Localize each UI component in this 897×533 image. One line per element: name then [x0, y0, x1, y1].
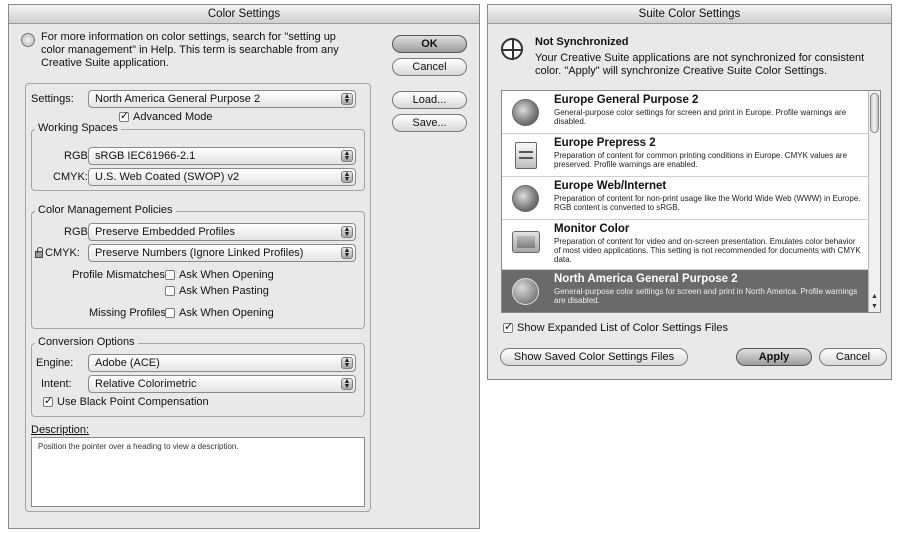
list-item-title: Monitor Color	[554, 223, 630, 235]
policies-rgb-label: RGB:	[64, 226, 91, 238]
missing-profiles-label: Missing Profiles:	[89, 307, 170, 319]
list-item-desc: Preparation of content for video and on-…	[554, 237, 861, 264]
info-line-2: color management" in Help. This term is …	[41, 44, 339, 56]
list-scrollbar[interactable]: ▲ ▼	[868, 91, 880, 312]
suite-cancel-button[interactable]: Cancel	[819, 348, 887, 366]
working-cmyk-value: U.S. Web Coated (SWOP) v2	[95, 171, 240, 183]
working-rgb-label: RGB:	[64, 150, 91, 162]
policies-rgb-select[interactable]: Preserve Embedded Profiles ▲ ▼	[88, 223, 356, 241]
list-item-europe-general-purpose-2[interactable]: Europe General Purpose 2 General-purpose…	[502, 91, 868, 134]
apply-button[interactable]: Apply	[736, 348, 812, 366]
missing-ask-opening-label: Ask When Opening	[179, 307, 274, 319]
description-label: Description:	[31, 424, 90, 436]
checkbox-icon	[503, 320, 513, 333]
settings-select-value: North America General Purpose 2	[95, 93, 261, 105]
missing-ask-opening-checkbox[interactable]: Ask When Opening	[165, 307, 274, 319]
settings-select[interactable]: North America General Purpose 2 ▲ ▼	[88, 90, 356, 108]
policies-cmyk-value: Preserve Numbers (Ignore Linked Profiles…	[95, 247, 304, 259]
sync-status-line-1: Your Creative Suite applications are not…	[535, 52, 865, 64]
black-point-label: Use Black Point Compensation	[57, 396, 209, 408]
sync-status-line-2: color. "Apply" will synchronize Creative…	[535, 65, 828, 77]
cancel-button[interactable]: Cancel	[392, 58, 467, 76]
monitor-icon	[512, 231, 540, 253]
engine-value: Adobe (ACE)	[95, 357, 160, 369]
settings-label: Settings:	[31, 93, 74, 105]
save-button[interactable]: Save...	[392, 114, 467, 132]
scroll-down-icon[interactable]: ▼	[871, 303, 878, 310]
scrollbar-thumb[interactable]	[870, 93, 879, 133]
show-expanded-label: Show Expanded List of Color Settings Fil…	[517, 322, 728, 334]
info-icon	[21, 33, 35, 47]
list-item-desc: General-purpose color settings for scree…	[554, 108, 847, 126]
mismatch-ask-pasting-label: Ask When Pasting	[179, 285, 269, 297]
chevron-updown-icon: ▲ ▼	[341, 357, 353, 369]
chevron-updown-icon: ▲ ▼	[341, 150, 353, 162]
list-item-title: Europe General Purpose 2	[554, 94, 699, 106]
conversion-title: Conversion Options	[35, 336, 138, 348]
list-item-title: Europe Prepress 2	[554, 137, 656, 149]
checkbox-icon	[165, 270, 175, 280]
policies-cmyk-select[interactable]: Preserve Numbers (Ignore Linked Profiles…	[88, 244, 356, 262]
mismatch-ask-opening-label: Ask When Opening	[179, 269, 274, 281]
document-icon	[515, 142, 537, 169]
load-button[interactable]: Load...	[392, 91, 467, 109]
show-expanded-checkbox[interactable]: Show Expanded List of Color Settings Fil…	[503, 320, 728, 334]
color-settings-list[interactable]: Europe General Purpose 2 General-purpose…	[501, 90, 881, 313]
list-item-monitor-color[interactable]: Monitor Color Preparation of content for…	[502, 220, 868, 270]
list-item-desc: Preparation of content for common printi…	[554, 151, 848, 169]
list-item-europe-prepress-2[interactable]: Europe Prepress 2 Preparation of content…	[502, 134, 868, 177]
working-cmyk-select[interactable]: U.S. Web Coated (SWOP) v2 ▲ ▼	[88, 168, 356, 186]
chevron-updown-icon: ▲ ▼	[341, 226, 353, 238]
chevron-updown-icon: ▲ ▼	[341, 171, 353, 183]
profile-mismatches-label: Profile Mismatches:	[72, 269, 168, 281]
intent-label: Intent:	[41, 378, 72, 390]
description-box: Position the pointer over a heading to v…	[31, 437, 365, 507]
checkbox-icon	[43, 394, 53, 407]
globe-icon	[512, 99, 539, 126]
advanced-mode-label: Advanced Mode	[133, 111, 213, 123]
list-item-desc: General-purpose color settings for scree…	[554, 287, 858, 305]
chevron-updown-icon: ▲ ▼	[341, 93, 353, 105]
checkbox-icon	[119, 109, 129, 122]
policies-title: Color Management Policies	[35, 204, 176, 216]
advanced-mode-checkbox[interactable]: Advanced Mode	[119, 109, 213, 123]
chevron-updown-icon: ▲ ▼	[341, 378, 353, 390]
checkbox-icon	[165, 286, 175, 296]
color-settings-dialog: Color Settings For more information on c…	[8, 4, 480, 529]
black-point-checkbox[interactable]: Use Black Point Compensation	[43, 394, 209, 408]
checkbox-icon	[165, 308, 175, 318]
show-saved-files-button[interactable]: Show Saved Color Settings Files	[500, 348, 688, 366]
ok-button[interactable]: OK	[392, 35, 467, 53]
list-item-title: Europe Web/Internet	[554, 180, 667, 192]
globe-icon	[512, 278, 539, 305]
sync-icon	[501, 38, 523, 60]
list-item-europe-web-internet[interactable]: Europe Web/Internet Preparation of conte…	[502, 177, 868, 220]
globe-icon	[512, 185, 539, 212]
working-rgb-select[interactable]: sRGB IEC61966-2.1 ▲ ▼	[88, 147, 356, 165]
lock-icon	[35, 247, 43, 258]
suite-color-settings-dialog: Suite Color Settings Not Synchronized Yo…	[487, 4, 892, 380]
working-rgb-value: sRGB IEC61966-2.1	[95, 150, 196, 162]
mismatch-ask-opening-checkbox[interactable]: Ask When Opening	[165, 269, 274, 281]
sync-status-title: Not Synchronized	[535, 36, 629, 48]
list-item-title: North America General Purpose 2	[554, 273, 738, 285]
engine-label: Engine:	[36, 357, 74, 369]
list-item-desc: Preparation of content for non-print usa…	[554, 194, 861, 212]
chevron-updown-icon: ▲ ▼	[341, 247, 353, 259]
policies-rgb-value: Preserve Embedded Profiles	[95, 226, 236, 238]
description-text: Position the pointer over a heading to v…	[38, 442, 239, 451]
intent-value: Relative Colorimetric	[95, 378, 197, 390]
info-line-1: For more information on color settings, …	[41, 31, 336, 43]
info-line-3: Creative Suite application.	[41, 57, 169, 69]
working-spaces-title: Working Spaces	[35, 122, 121, 134]
scroll-up-icon[interactable]: ▲	[871, 293, 878, 300]
suite-dialog-title: Suite Color Settings	[488, 5, 891, 24]
policies-cmyk-label: CMYK:	[45, 247, 80, 259]
intent-select[interactable]: Relative Colorimetric ▲ ▼	[88, 375, 356, 393]
working-cmyk-label: CMYK:	[53, 171, 88, 183]
mismatch-ask-pasting-checkbox[interactable]: Ask When Pasting	[165, 285, 269, 297]
engine-select[interactable]: Adobe (ACE) ▲ ▼	[88, 354, 356, 372]
list-item-north-america-general-purpose-2[interactable]: North America General Purpose 2 General-…	[502, 270, 868, 312]
dialog-title: Color Settings	[9, 5, 479, 24]
